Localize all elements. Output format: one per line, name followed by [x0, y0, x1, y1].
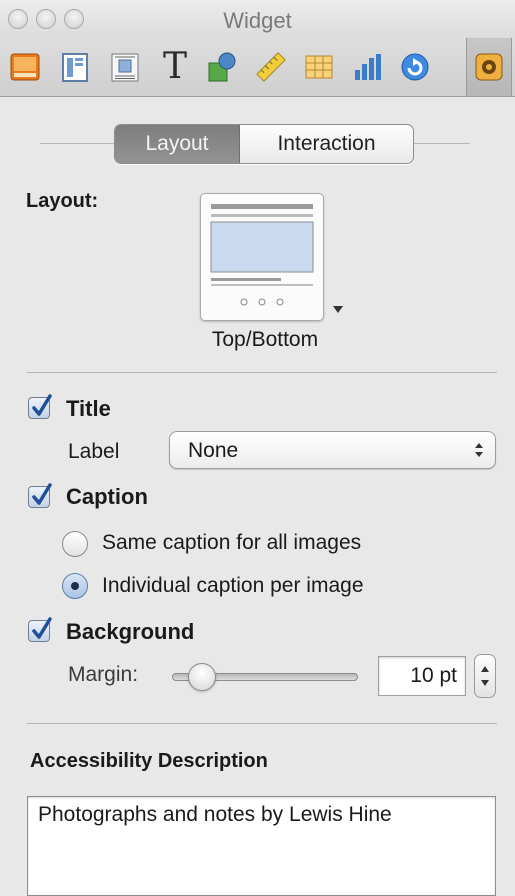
table-icon: [302, 50, 336, 84]
table-inspector-button[interactable]: [296, 42, 342, 92]
metrics-inspector-button[interactable]: [248, 42, 294, 92]
window-title: Widget: [223, 8, 292, 33]
tab-layout[interactable]: Layout: [115, 125, 240, 163]
checkmark-icon: [32, 483, 52, 505]
background-checkbox-label: Background: [66, 619, 195, 644]
background-checkbox[interactable]: [28, 617, 52, 642]
divider: [27, 723, 497, 724]
radio-selected-dot: [71, 582, 79, 590]
margin-value-field[interactable]: 10 pt: [378, 656, 466, 696]
inspector-tabs: Layout Interaction: [114, 124, 414, 164]
layout-icon: [58, 50, 92, 84]
accessibility-description-input[interactable]: Photographs and notes by Lewis Hine: [27, 796, 496, 896]
layout-label: Layout:: [26, 190, 99, 212]
margin-stepper[interactable]: [474, 654, 496, 698]
hyperlink-inspector-button[interactable]: [392, 42, 438, 92]
title-checkbox-label: Title: [66, 396, 111, 421]
graphic-icon: [206, 50, 240, 84]
divider: [27, 372, 497, 373]
layout-dropdown-arrow-icon[interactable]: [333, 306, 343, 313]
title-bar: Widget: [0, 0, 515, 39]
wrap-inspector-button[interactable]: [102, 42, 148, 92]
accessibility-heading: Accessibility Description: [30, 750, 268, 772]
stepper-arrows-icon: [481, 666, 489, 686]
layout-name: Top/Bottom: [211, 328, 319, 351]
wrap-icon: [108, 50, 142, 84]
widget-inspector-button[interactable]: [466, 38, 512, 96]
radio-same-caption[interactable]: [62, 531, 88, 557]
widget-icon: [474, 52, 504, 82]
checkmark-icon: [32, 394, 52, 416]
title-checkbox[interactable]: [28, 394, 52, 419]
inspector-toolbar: T: [0, 38, 515, 97]
checkmark-icon: [32, 617, 52, 639]
radio-individual-caption[interactable]: [62, 573, 88, 599]
link-icon: [398, 50, 432, 84]
label-popup-value: None: [188, 439, 239, 462]
label-field-label: Label: [68, 440, 120, 463]
graphic-inspector-button[interactable]: [200, 42, 246, 92]
margin-slider-knob[interactable]: [187, 663, 216, 691]
document-icon: [8, 50, 42, 84]
layout-picker[interactable]: [200, 193, 324, 321]
tab-interaction[interactable]: Interaction: [240, 125, 413, 163]
radio-individual-caption-label: Individual caption per image: [102, 574, 364, 597]
label-popup[interactable]: None: [169, 431, 496, 469]
chart-inspector-button[interactable]: [344, 42, 390, 92]
caption-checkbox[interactable]: [28, 483, 52, 508]
text-icon: T: [162, 46, 187, 87]
document-inspector-button[interactable]: [2, 42, 48, 92]
popup-arrows-icon: [475, 443, 483, 457]
layout-inspector-button[interactable]: [52, 42, 98, 92]
text-inspector-button[interactable]: T: [152, 42, 198, 92]
layout-preview-icon: [210, 204, 314, 306]
caption-checkbox-label: Caption: [66, 484, 148, 509]
radio-same-caption-label: Same caption for all images: [102, 531, 362, 554]
metrics-icon: [254, 50, 288, 84]
chart-icon: [350, 50, 384, 84]
margin-label: Margin:: [68, 663, 139, 686]
